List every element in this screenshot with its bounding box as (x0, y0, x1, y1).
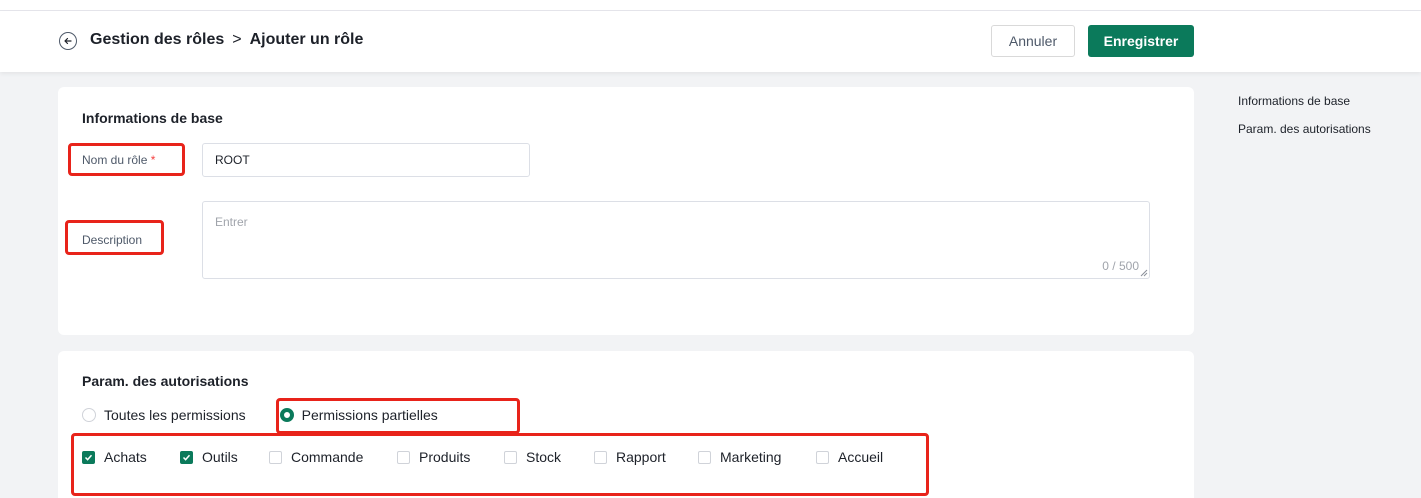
permission-mode-group: Toutes les permissions Permissions parti… (82, 407, 472, 423)
cancel-button[interactable]: Annuler (991, 25, 1075, 57)
checkbox-outils[interactable]: Outils (180, 449, 269, 465)
description-textarea[interactable]: Entrer 0 / 500 (202, 201, 1150, 279)
radio-label: Toutes les permissions (104, 407, 246, 423)
breadcrumb: Gestion des rôles > Ajouter un rôle (90, 31, 363, 49)
checkbox-commande[interactable]: Commande (269, 449, 397, 465)
radio-label: Permissions partielles (301, 407, 438, 423)
checkbox-unchecked[interactable] (504, 450, 517, 464)
check-icon (182, 454, 191, 461)
role-name-input[interactable]: ROOT (202, 143, 530, 177)
anchor-item-base-info[interactable]: Informations de base (1238, 94, 1371, 122)
role-name-label-text: Nom du rôle (82, 153, 148, 167)
breadcrumb-separator: > (232, 31, 242, 48)
checkbox-label: Achats (104, 449, 147, 465)
checkbox-checked[interactable] (180, 450, 193, 464)
checkbox-unchecked[interactable] (397, 450, 410, 464)
radio-all-permissions[interactable]: Toutes les permissions (82, 407, 246, 423)
checkbox-label: Rapport (616, 449, 666, 465)
checkbox-label: Marketing (720, 449, 782, 465)
required-mark: * (150, 153, 156, 167)
description-counter: 0 / 500 (1102, 259, 1139, 273)
anchor-item-permissions[interactable]: Param. des autorisations (1238, 122, 1371, 150)
checkbox-achats[interactable]: Achats (82, 449, 180, 465)
permissions-title: Param. des autorisations (82, 373, 249, 389)
checkbox-label: Stock (526, 449, 562, 465)
checkbox-label: Commande (291, 449, 364, 465)
checkbox-rapport[interactable]: Rapport (594, 449, 698, 465)
base-info-card: Informations de base Nom du rôle * ROOT … (58, 87, 1194, 335)
description-placeholder: Entrer (215, 215, 248, 229)
radio-indicator-selected[interactable] (279, 408, 294, 422)
checkbox-marketing[interactable]: Marketing (698, 449, 816, 465)
checkbox-stock[interactable]: Stock (504, 449, 594, 465)
description-label: Description (82, 233, 143, 247)
radio-indicator[interactable] (82, 408, 96, 422)
checkbox-label: Outils (202, 449, 238, 465)
module-checkbox-group: Achats Outils Commande Produits Stock Ra… (82, 449, 883, 465)
top-strip (0, 0, 1421, 11)
checkbox-unchecked[interactable] (594, 450, 607, 464)
breadcrumb-current: Ajouter un rôle (249, 31, 364, 48)
breadcrumb-parent[interactable]: Gestion des rôles (90, 31, 224, 49)
checkbox-unchecked[interactable] (698, 450, 711, 464)
checkbox-label: Produits (419, 449, 471, 465)
anchor-nav: Informations de base Param. des autorisa… (1238, 94, 1371, 150)
save-button[interactable]: Enregistrer (1088, 25, 1194, 57)
checkbox-unchecked[interactable] (269, 450, 282, 464)
page-header: Gestion des rôles > Ajouter un rôle Annu… (0, 11, 1421, 72)
checkbox-accueil[interactable]: Accueil (816, 449, 883, 465)
radio-partial-permissions[interactable]: Permissions partielles (279, 407, 438, 423)
role-name-label: Nom du rôle * (82, 153, 155, 167)
base-info-title: Informations de base (82, 110, 223, 126)
checkbox-produits[interactable]: Produits (397, 449, 504, 465)
arrow-left-icon (64, 37, 72, 45)
resize-handle-icon[interactable] (1140, 269, 1148, 277)
permissions-card: Param. des autorisations Toutes les perm… (58, 351, 1194, 498)
checkbox-label: Accueil (838, 449, 884, 465)
checkbox-checked[interactable] (82, 450, 95, 464)
checkbox-unchecked[interactable] (816, 450, 829, 464)
check-icon (84, 454, 93, 461)
back-button[interactable] (59, 32, 77, 50)
